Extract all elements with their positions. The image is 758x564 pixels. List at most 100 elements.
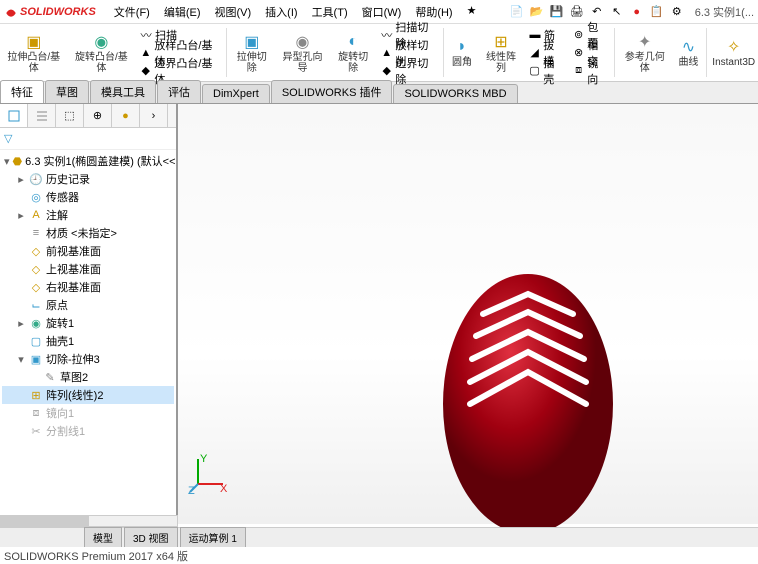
tree-split[interactable]: ✂分割线1 <box>2 422 174 440</box>
svg-text:Z: Z <box>188 485 195 497</box>
tab-plugin[interactable]: SOLIDWORKS 插件 <box>271 80 393 103</box>
app-logo: SOLIDWORKS <box>4 5 96 19</box>
mirror-icon: ⧈ <box>29 406 43 420</box>
sketch-icon: ✎ <box>43 370 57 384</box>
tab-mbd[interactable]: SOLIDWORKS MBD <box>393 84 517 103</box>
pattern-icon: ⊞ <box>29 388 43 402</box>
extrude-cut-button[interactable]: ▣拉伸切除 <box>229 24 275 81</box>
origin-icon: ⌙ <box>29 298 43 312</box>
tree-top-plane[interactable]: ◇上视基准面 <box>2 260 174 278</box>
app-name: SOLIDWORKS <box>20 6 96 18</box>
tree-scrollbar[interactable] <box>0 515 178 527</box>
print-icon[interactable]: 🖨 <box>569 4 585 20</box>
titlebar: SOLIDWORKS 文件(F) 编辑(E) 视图(V) 插入(I) 工具(T)… <box>0 0 758 24</box>
tab-model[interactable]: 模型 <box>84 527 122 548</box>
bottom-tabs: 模型 3D 视图 运动算例 1 <box>0 527 758 547</box>
tree-revolve1[interactable]: ▸◉旋转1 <box>2 314 174 332</box>
main-area: ⬚ ⊕ ● › ▽ ▾⬣6.3 实例1(椭圆盖建模) (默认<<默认>_显 ▸🕘… <box>0 104 758 524</box>
plane-icon: ◇ <box>29 280 43 294</box>
boss-group: 〰扫描 ▲放样凸台/基体 ◆边界凸台/基体 <box>135 24 224 81</box>
config-tab[interactable]: ⬚ <box>56 104 84 127</box>
boundary-cut-button[interactable]: ◆边界切除 <box>380 62 437 79</box>
tree-sketch2[interactable]: ✎草图2 <box>2 368 174 386</box>
search-icon[interactable]: ★ <box>461 2 483 22</box>
property-tab[interactable] <box>28 104 56 127</box>
tab-3dview[interactable]: 3D 视图 <box>124 527 178 548</box>
tree-icon <box>7 109 21 123</box>
tree-pattern[interactable]: ⊞阵列(线性)2 <box>2 386 174 404</box>
menu-file[interactable]: 文件(F) <box>108 2 156 22</box>
annotation-icon: A <box>29 208 43 222</box>
revolve-cut-button[interactable]: ◐旋转切除 <box>330 24 376 81</box>
split-icon: ✂ <box>29 424 43 438</box>
tree-root[interactable]: ▾⬣6.3 实例1(椭圆盖建模) (默认<<默认>_显 <box>2 152 174 170</box>
part-icon: ⬣ <box>13 154 23 168</box>
undo-icon[interactable]: ↶ <box>589 4 605 20</box>
cut-group: 〰扫描切除 ▲放样切削 ◆边界切除 <box>376 24 441 81</box>
svg-text:Y: Y <box>200 453 208 465</box>
menu-edit[interactable]: 编辑(E) <box>158 2 207 22</box>
plane-icon: ◇ <box>29 244 43 258</box>
graphics-viewport[interactable]: Y X Z <box>178 104 758 524</box>
dimxpert-tab[interactable]: ⊕ <box>84 104 112 127</box>
plane-icon: ◇ <box>29 262 43 276</box>
tree-material[interactable]: ≡材质 <未指定> <box>2 224 174 242</box>
tab-feature[interactable]: 特征 <box>0 80 44 103</box>
ref-geom-button[interactable]: ✦参考几何体 <box>617 24 672 81</box>
tree-origin[interactable]: ⌙原点 <box>2 296 174 314</box>
tab-mold[interactable]: 模具工具 <box>90 80 156 103</box>
model-render <box>178 104 758 524</box>
instant3d-button[interactable]: ✧Instant3D <box>709 24 758 81</box>
open-icon[interactable]: 📂 <box>529 4 545 20</box>
tree-mirror[interactable]: ⧈镜向1 <box>2 404 174 422</box>
tab-motion[interactable]: 运动算例 1 <box>180 527 246 548</box>
revolve-boss-button[interactable]: ◉旋转凸台/基体 <box>68 24 136 81</box>
tree-annot[interactable]: ▸A注解 <box>2 206 174 224</box>
menu-view[interactable]: 视图(V) <box>209 2 258 22</box>
boundary-button[interactable]: ◆边界凸台/基体 <box>139 62 220 79</box>
tab-sketch[interactable]: 草图 <box>45 80 89 103</box>
sphere-icon: ● <box>122 110 129 122</box>
options-icon[interactable]: 📋 <box>649 4 665 20</box>
shell-button[interactable]: ▢抽壳 <box>528 62 564 79</box>
feature-manager: ⬚ ⊕ ● › ▽ ▾⬣6.3 实例1(椭圆盖建模) (默认<<默认>_显 ▸🕘… <box>0 104 178 524</box>
cut-icon: ▣ <box>29 352 43 366</box>
select-icon[interactable]: ↖ <box>609 4 625 20</box>
render-tab[interactable]: ● <box>112 104 140 127</box>
settings-icon[interactable]: ⚙ <box>669 4 685 20</box>
fillet-button[interactable]: ◗圆角 <box>446 24 478 81</box>
feat-group-2: ⊚包覆 ⊗相交 ⧈镜向 <box>568 24 612 81</box>
tree-filter[interactable]: ▽ <box>0 128 176 150</box>
new-icon[interactable]: 📄 <box>509 4 525 20</box>
status-bar: SOLIDWORKS Premium 2017 x64 版 <box>0 547 758 561</box>
command-tabs: 特征 草图 模具工具 评估 DimXpert SOLIDWORKS 插件 SOL… <box>0 82 758 104</box>
pattern-button[interactable]: ⊞线性阵列 <box>478 24 524 81</box>
tree-history[interactable]: ▸🕘历史记录 <box>2 170 174 188</box>
tree-right-plane[interactable]: ◇右视基准面 <box>2 278 174 296</box>
rebuild-icon[interactable]: ● <box>629 4 645 20</box>
tab-eval[interactable]: 评估 <box>157 80 201 103</box>
extrude-boss-button[interactable]: ▣拉伸凸台/基体 <box>0 24 68 81</box>
expand-tab[interactable]: › <box>140 104 168 127</box>
curves-button[interactable]: ∿曲线 <box>672 24 704 81</box>
chevron-right-icon: › <box>152 110 156 122</box>
tree-sensor[interactable]: ◎传感器 <box>2 188 174 206</box>
revolve-icon: ◉ <box>29 316 43 330</box>
hole-wizard-button[interactable]: ◉异型孔向导 <box>275 24 330 81</box>
config-icon: ⬚ <box>64 109 74 122</box>
save-icon[interactable]: 💾 <box>549 4 565 20</box>
tree-front-plane[interactable]: ◇前视基准面 <box>2 242 174 260</box>
tab-dimxpert[interactable]: DimXpert <box>202 84 270 103</box>
tree-cutext3[interactable]: ▾▣切除-拉伸3 <box>2 350 174 368</box>
sensor-icon: ◎ <box>29 190 43 204</box>
status-text: SOLIDWORKS Premium 2017 x64 版 <box>4 551 188 563</box>
mirror-button[interactable]: ⧈镜向 <box>572 62 608 79</box>
tree-shell1[interactable]: ▢抽壳1 <box>2 332 174 350</box>
menu-tools[interactable]: 工具(T) <box>306 2 354 22</box>
menu-insert[interactable]: 插入(I) <box>259 2 303 22</box>
orientation-triad[interactable]: Y X Z <box>188 454 228 494</box>
doc-title: 6.3 实例1(... <box>695 4 754 20</box>
feature-tree-tab[interactable] <box>0 104 28 127</box>
quick-access: 📄 📂 💾 🖨 ↶ ↖ ● 📋 ⚙ 6.3 实例1(... <box>509 4 754 20</box>
list-icon <box>35 109 49 123</box>
